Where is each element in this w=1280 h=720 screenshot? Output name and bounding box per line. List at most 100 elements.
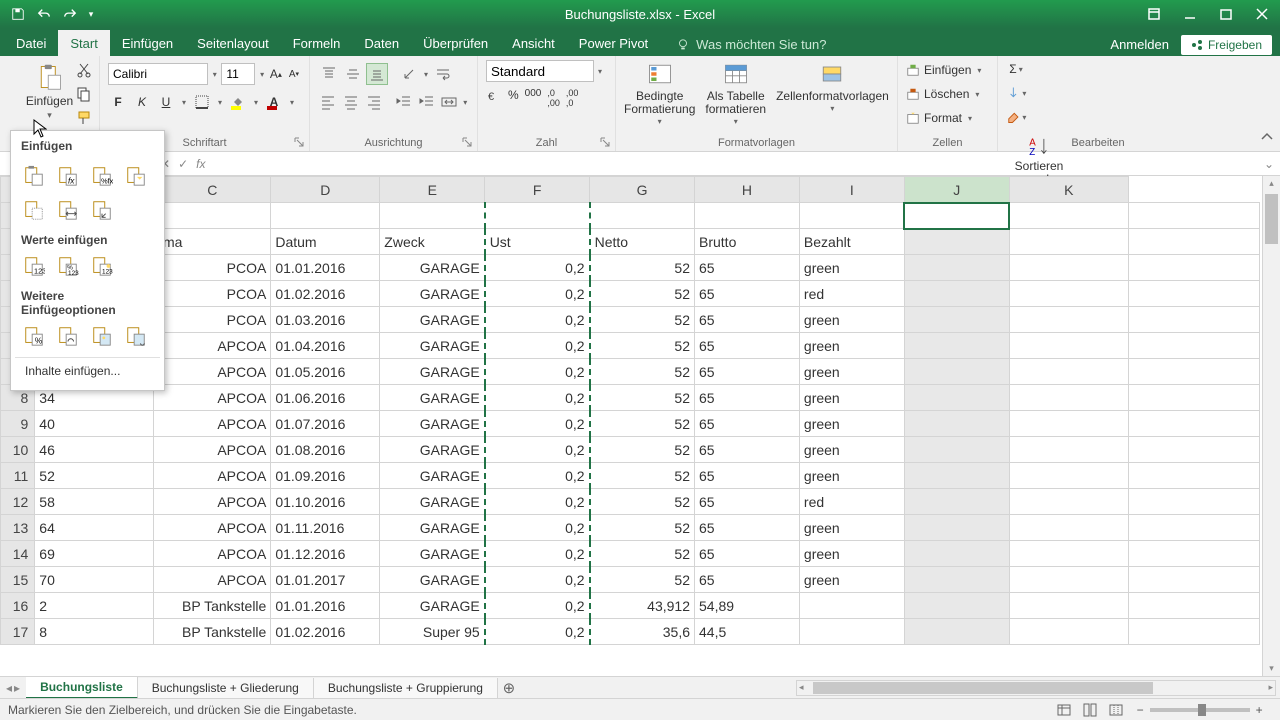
align-right-icon[interactable] — [363, 91, 384, 113]
cell[interactable]: green — [799, 463, 904, 489]
cell[interactable] — [1128, 515, 1259, 541]
cell[interactable] — [799, 593, 904, 619]
cell[interactable]: APCOA — [154, 411, 271, 437]
cell[interactable]: red — [799, 281, 904, 307]
paste-values-source-icon[interactable]: 123 — [87, 251, 117, 281]
cell[interactable]: 01.06.2016 — [271, 385, 380, 411]
paste-linked-picture-icon[interactable] — [121, 321, 151, 351]
cell[interactable]: 0,2 — [485, 281, 590, 307]
percent-icon[interactable]: % — [508, 88, 519, 108]
paste-special-link[interactable]: Inhalte einfügen... — [15, 357, 160, 384]
cell[interactable]: green — [799, 333, 904, 359]
cell[interactable]: 65 — [695, 255, 800, 281]
tab-start[interactable]: Start — [58, 30, 109, 56]
cell[interactable] — [1009, 281, 1128, 307]
align-left-icon[interactable] — [318, 91, 339, 113]
cell[interactable]: 01.07.2016 — [271, 411, 380, 437]
qat-customize-icon[interactable]: ▾ — [84, 3, 98, 25]
cell[interactable]: 69 — [35, 541, 154, 567]
grow-font-icon[interactable]: A▴ — [269, 63, 283, 85]
format-painter-icon[interactable] — [73, 108, 95, 128]
cell[interactable]: 0,2 — [485, 567, 590, 593]
cell[interactable]: green — [799, 255, 904, 281]
cell[interactable]: 65 — [695, 333, 800, 359]
align-launcher-icon[interactable] — [462, 136, 474, 148]
decrease-indent-icon[interactable] — [394, 91, 415, 113]
cell[interactable]: 46 — [35, 437, 154, 463]
cell[interactable]: 52 — [590, 567, 695, 593]
tell-me-search[interactable]: Was möchten Sie tun? — [668, 33, 834, 56]
cell[interactable] — [1009, 515, 1128, 541]
tab-ueberpruefen[interactable]: Überprüfen — [411, 30, 500, 56]
cell[interactable]: GARAGE — [380, 567, 485, 593]
column-header-H[interactable]: H — [695, 177, 800, 203]
cell[interactable]: 01.05.2016 — [271, 359, 380, 385]
cell[interactable]: 0,2 — [485, 333, 590, 359]
cell[interactable] — [1009, 385, 1128, 411]
tab-ansicht[interactable]: Ansicht — [500, 30, 567, 56]
cell[interactable] — [1128, 411, 1259, 437]
paste-picture-icon[interactable] — [87, 321, 117, 351]
row-header[interactable]: 14 — [1, 541, 35, 567]
minimize-icon[interactable] — [1172, 0, 1208, 28]
cell[interactable]: 65 — [695, 281, 800, 307]
cell[interactable]: 0,2 — [485, 411, 590, 437]
worksheet-grid[interactable]: dingte Formatierung BCDEFGHIJKrmaDatumZw… — [0, 176, 1280, 676]
cell[interactable] — [904, 307, 1009, 333]
signin-link[interactable]: Anmelden — [1104, 33, 1175, 56]
cell[interactable]: GARAGE — [380, 437, 485, 463]
cell[interactable] — [1009, 489, 1128, 515]
cell[interactable]: 54,89 — [695, 593, 800, 619]
row-header[interactable]: 13 — [1, 515, 35, 541]
paste-values-icon[interactable]: 123 — [19, 251, 49, 281]
cell[interactable] — [1009, 255, 1128, 281]
cell[interactable]: 52 — [35, 463, 154, 489]
cell[interactable] — [1009, 307, 1128, 333]
cell[interactable]: green — [799, 567, 904, 593]
cell[interactable] — [904, 619, 1009, 645]
cell[interactable]: GARAGE — [380, 515, 485, 541]
cell-styles-button[interactable]: Zellenformatvorlagen▾ — [776, 60, 889, 114]
cell[interactable]: APCOA — [154, 489, 271, 515]
cell[interactable]: APCOA — [154, 515, 271, 541]
cell[interactable]: 65 — [695, 437, 800, 463]
row-header[interactable]: 15 — [1, 567, 35, 593]
share-button[interactable]: Freigeben — [1181, 35, 1272, 55]
cell[interactable]: 52 — [590, 281, 695, 307]
paste-formatting-icon[interactable]: % — [19, 321, 49, 351]
cell[interactable]: APCOA — [154, 567, 271, 593]
paste-formulas-icon[interactable]: fx — [53, 161, 83, 191]
cell[interactable]: 0,2 — [485, 385, 590, 411]
cut-icon[interactable] — [73, 60, 95, 80]
paste-all-icon[interactable] — [19, 161, 49, 191]
tab-powerpivot[interactable]: Power Pivot — [567, 30, 660, 56]
cell[interactable]: 01.03.2016 — [271, 307, 380, 333]
column-header-K[interactable]: K — [1009, 177, 1128, 203]
border-icon[interactable] — [192, 91, 212, 113]
cell[interactable]: PCOA — [154, 281, 271, 307]
tab-seitenlayout[interactable]: Seitenlayout — [185, 30, 281, 56]
cell[interactable]: 52 — [590, 489, 695, 515]
cell[interactable] — [1009, 333, 1128, 359]
row-header[interactable]: 10 — [1, 437, 35, 463]
zoom-in-icon[interactable]: + — [1256, 703, 1263, 717]
cell[interactable]: APCOA — [154, 437, 271, 463]
cell[interactable]: green — [799, 515, 904, 541]
cell[interactable]: green — [799, 411, 904, 437]
maximize-icon[interactable] — [1208, 0, 1244, 28]
cell[interactable]: 01.02.2016 — [271, 281, 380, 307]
insert-cells-button[interactable]: Einfügen▾ — [906, 58, 989, 82]
cell[interactable] — [1009, 593, 1128, 619]
tab-einfuegen[interactable]: Einfügen — [110, 30, 185, 56]
orientation-icon[interactable] — [398, 63, 420, 85]
cell[interactable]: 0,2 — [485, 463, 590, 489]
cell[interactable] — [1009, 567, 1128, 593]
align-bottom-icon[interactable] — [366, 63, 388, 85]
paste-formulas-number-icon[interactable]: %fx — [87, 161, 117, 191]
number-format-select[interactable] — [486, 60, 594, 82]
cell[interactable]: 01.01.2016 — [271, 255, 380, 281]
cell[interactable] — [1128, 489, 1259, 515]
column-header-E[interactable]: E — [380, 177, 485, 203]
paste-keep-source-icon[interactable] — [121, 161, 151, 191]
cell[interactable]: 65 — [695, 463, 800, 489]
